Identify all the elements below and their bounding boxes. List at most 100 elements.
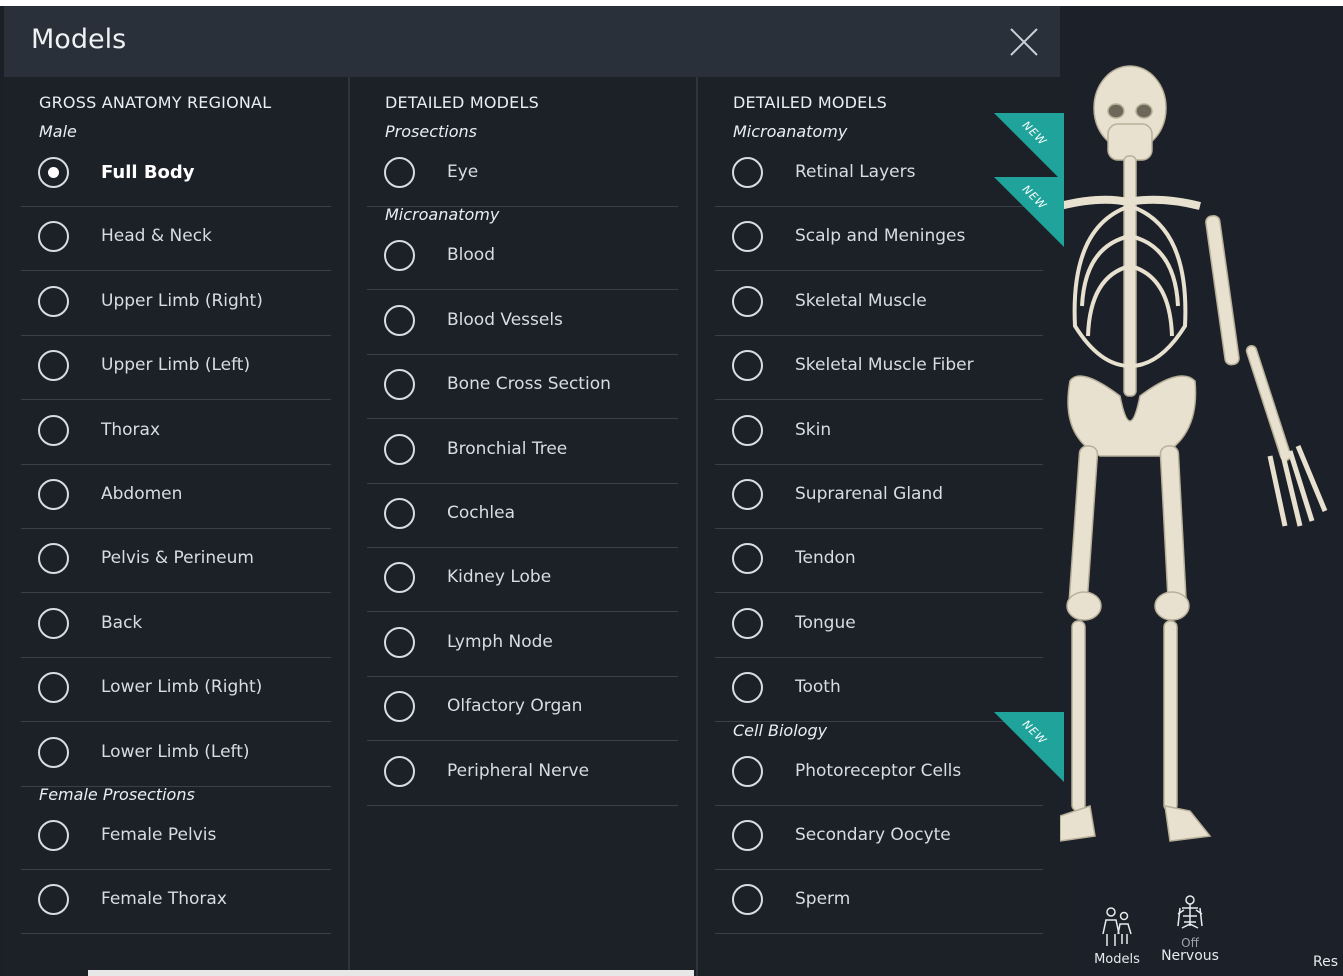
column-divider	[348, 77, 350, 976]
radio-icon[interactable]	[384, 369, 415, 401]
model-option-label: Lower Limb (Right)	[101, 677, 263, 698]
model-option-female-pelvis[interactable]: Female Pelvis	[21, 806, 331, 870]
model-option-suprarenal-gland[interactable]: Suprarenal Gland	[715, 465, 1043, 529]
radio-icon[interactable]	[732, 157, 763, 188]
model-option-label: Olfactory Organ	[447, 696, 583, 717]
radio-icon[interactable]	[38, 672, 69, 704]
model-option-bone-cross-section[interactable]: Bone Cross Section	[367, 355, 678, 420]
nervous-toolbar-button[interactable]: Off Nervous	[1160, 894, 1220, 964]
model-viewer[interactable]: Models Off Nervous Res	[1060, 6, 1343, 976]
radio-icon[interactable]	[384, 433, 415, 465]
model-option-lower-limb-left[interactable]: Lower Limb (Left)	[21, 723, 331, 787]
model-option-full-body[interactable]: Full Body	[21, 143, 331, 207]
close-button[interactable]	[1008, 26, 1040, 58]
radio-icon[interactable]	[38, 285, 69, 317]
model-option-olfactory-organ[interactable]: Olfactory Organ	[367, 677, 678, 742]
model-option-kidney-lobe[interactable]: Kidney Lobe	[367, 548, 678, 613]
model-option-lower-limb-right[interactable]: Lower Limb (Right)	[21, 658, 331, 723]
radio-icon[interactable]	[732, 285, 763, 317]
model-option-label: Skeletal Muscle	[795, 290, 927, 311]
model-option-sperm[interactable]: Sperm	[715, 870, 1043, 935]
radio-icon[interactable]	[384, 626, 415, 658]
radio-icon[interactable]	[384, 498, 415, 529]
model-option-tongue[interactable]: Tongue	[715, 594, 1043, 658]
radio-icon[interactable]	[38, 607, 69, 639]
model-option-label: Blood Vessels	[447, 309, 563, 330]
radio-icon[interactable]	[732, 672, 763, 704]
horizontal-scrollbar[interactable]	[88, 970, 694, 976]
model-option-upper-limb-left[interactable]: Upper Limb (Left)	[21, 336, 331, 401]
model-option-upper-limb-right[interactable]: Upper Limb (Right)	[21, 272, 331, 336]
model-option-label: Photoreceptor Cells	[795, 760, 962, 781]
model-option-label: Female Pelvis	[101, 825, 217, 845]
model-option-eye[interactable]: Eye	[367, 143, 678, 207]
model-option-abdomen[interactable]: Abdomen	[21, 465, 331, 529]
model-option-blood-vessels[interactable]: Blood Vessels	[367, 291, 678, 355]
panel-header: Models	[4, 6, 1060, 77]
model-option-label: Lower Limb (Left)	[101, 741, 250, 762]
panel-title: Models	[31, 24, 127, 55]
nervous-system-icon	[1177, 895, 1203, 929]
radio-icon[interactable]	[732, 543, 763, 575]
model-option-secondary-oocyte[interactable]: Secondary Oocyte	[715, 806, 1043, 870]
radio-icon[interactable]	[732, 350, 763, 382]
radio-icon[interactable]	[732, 607, 763, 639]
radio-icon[interactable]	[38, 414, 69, 446]
radio-icon[interactable]	[384, 562, 415, 594]
model-option-label: Upper Limb (Left)	[101, 355, 251, 376]
model-option-photoreceptor-cells[interactable]: Photoreceptor Cells NEW	[715, 711, 1064, 806]
models-toolbar-label: Models	[1094, 952, 1140, 967]
radio-icon[interactable]	[38, 350, 69, 382]
radio-icon[interactable]	[384, 157, 415, 188]
model-option-label: Peripheral Nerve	[447, 760, 590, 781]
radio-icon[interactable]	[38, 736, 69, 768]
column-heading: DETAILED MODELS	[733, 93, 887, 112]
radio-icon[interactable]	[732, 414, 763, 446]
radio-icon[interactable]	[38, 820, 69, 851]
model-option-blood[interactable]: Blood	[367, 226, 678, 291]
model-option-skeletal-muscle-fiber[interactable]: Skeletal Muscle Fiber	[715, 336, 1043, 401]
model-option-back[interactable]: Back	[21, 594, 331, 658]
radio-icon[interactable]	[384, 755, 415, 787]
model-option-label: Head & Neck	[101, 226, 212, 247]
model-option-scalp-and-meninges[interactable]: Scalp and Meninges NEW	[715, 177, 1064, 272]
model-option-label: Secondary Oocyte	[795, 825, 951, 845]
model-option-label: Sperm	[795, 889, 851, 910]
model-option-label: Upper Limb (Right)	[101, 290, 263, 311]
model-option-skin[interactable]: Skin	[715, 401, 1043, 465]
model-option-pelvis-perineum[interactable]: Pelvis & Perineum	[21, 529, 331, 594]
model-option-label: Cochlea	[447, 503, 515, 523]
model-option-thorax[interactable]: Thorax	[21, 401, 331, 465]
model-option-cochlea[interactable]: Cochlea	[367, 484, 678, 548]
radio-icon[interactable]	[384, 240, 415, 272]
model-option-head-neck[interactable]: Head & Neck	[21, 207, 331, 272]
radio-icon[interactable]	[732, 884, 763, 916]
radio-selected-icon[interactable]	[38, 157, 69, 188]
radio-icon[interactable]	[732, 479, 763, 510]
model-option-label: Skeletal Muscle Fiber	[795, 355, 974, 376]
radio-icon[interactable]	[38, 479, 69, 510]
radio-icon[interactable]	[384, 304, 415, 336]
radio-icon[interactable]	[732, 221, 763, 253]
model-option-tendon[interactable]: Tendon	[715, 529, 1043, 594]
skeleton-model	[1060, 65, 1328, 842]
radio-icon[interactable]	[732, 755, 763, 787]
radio-icon[interactable]	[384, 691, 415, 723]
model-option-label: Skin	[795, 419, 832, 440]
model-option-female-thorax[interactable]: Female Thorax	[21, 870, 331, 935]
model-option-label: Pelvis & Perineum	[101, 548, 254, 569]
model-option-skeletal-muscle[interactable]: Skeletal Muscle	[715, 272, 1043, 336]
model-option-bronchial-tree[interactable]: Bronchial Tree	[367, 420, 678, 484]
model-option-label: Tendon	[795, 548, 856, 569]
models-toolbar-button[interactable]: Models	[1092, 904, 1142, 967]
model-option-peripheral-nerve[interactable]: Peripheral Nerve	[367, 742, 678, 806]
radio-icon[interactable]	[38, 221, 69, 253]
reset-toolbar-button[interactable]: Res	[1313, 954, 1343, 970]
radio-icon[interactable]	[38, 884, 69, 916]
row-separator	[715, 933, 1043, 935]
close-icon	[1010, 28, 1038, 56]
radio-icon[interactable]	[38, 543, 69, 575]
model-option-lymph-node[interactable]: Lymph Node	[367, 613, 678, 677]
column-gross-anatomy: GROSS ANATOMY REGIONAL Male Full Body Head …	[21, 77, 331, 976]
radio-icon[interactable]	[732, 820, 763, 851]
